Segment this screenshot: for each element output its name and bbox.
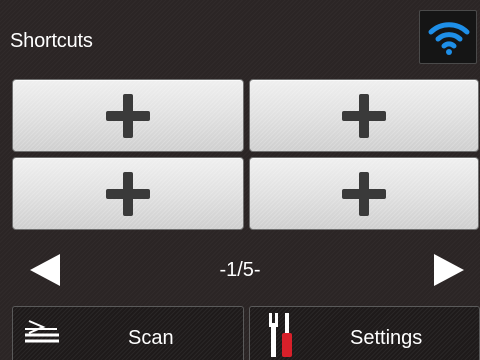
shortcut-tile-2[interactable] — [249, 79, 479, 152]
header-bar: Shortcuts — [0, 0, 480, 72]
scan-button[interactable]: Scan — [12, 306, 244, 360]
shortcuts-screen: Shortcuts -1/5- Scan Settings — [0, 0, 480, 360]
wifi-button[interactable] — [419, 10, 477, 64]
scan-label: Scan — [128, 327, 174, 349]
prev-page-button[interactable] — [28, 252, 62, 288]
tools-icon — [269, 313, 292, 357]
plus-icon — [342, 93, 386, 138]
plus-icon — [106, 93, 150, 138]
shortcut-tile-3[interactable] — [12, 157, 244, 230]
plus-icon — [106, 171, 150, 216]
left-arrow-icon — [30, 254, 60, 286]
plus-icon — [342, 171, 386, 216]
wifi-icon — [428, 22, 470, 55]
page-indicator: -1/5- — [219, 259, 261, 281]
settings-button[interactable]: Settings — [249, 306, 480, 360]
scan-icon — [25, 320, 59, 343]
shortcut-tile-1[interactable] — [12, 79, 244, 152]
settings-label: Settings — [350, 327, 423, 349]
shortcut-tile-4[interactable] — [249, 157, 479, 230]
right-arrow-icon — [434, 254, 464, 286]
next-page-button[interactable] — [432, 252, 466, 288]
page-title: Shortcuts — [10, 30, 93, 52]
